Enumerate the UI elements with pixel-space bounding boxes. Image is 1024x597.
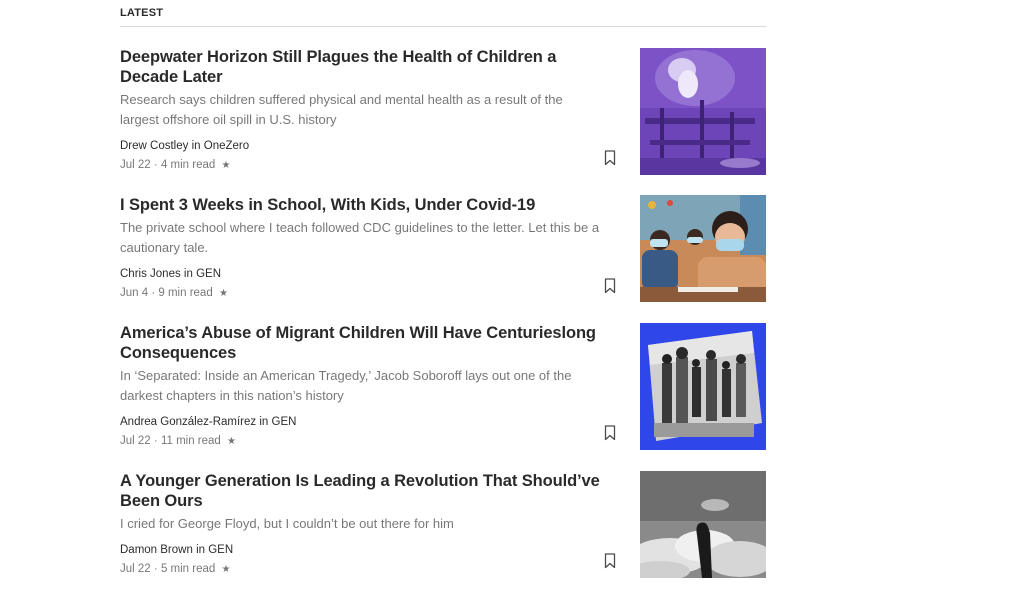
section-title: LATEST xyxy=(120,0,766,27)
author-line: Chris Jones in GEN xyxy=(120,267,602,282)
in-word: in xyxy=(259,416,269,428)
separator: · xyxy=(151,287,156,299)
article-title[interactable]: A Younger Generation Is Leading a Revolu… xyxy=(120,471,602,511)
date-line: Jul 22 · 5 min read ★ xyxy=(120,562,602,577)
separator: · xyxy=(153,159,158,171)
member-star-icon: ★ xyxy=(221,160,231,171)
date-line: Jul 22 · 11 min read ★ xyxy=(120,434,602,449)
read-time: 9 min read xyxy=(158,287,213,299)
read-time: 4 min read xyxy=(160,159,216,171)
read-time: 5 min read xyxy=(160,563,216,575)
post-date: Jul 22 xyxy=(120,435,151,447)
article-meta: Chris Jones in GEN Jun 4 · 9 min read ★ xyxy=(120,267,602,301)
article-card[interactable]: America’s Abuse of Migrant Children Will… xyxy=(120,323,766,453)
post-date: Jul 22 xyxy=(120,563,151,575)
author-link[interactable]: Andrea González-Ramírez xyxy=(120,416,256,428)
bookmark-icon[interactable] xyxy=(604,278,616,294)
oil-rig-fire-image xyxy=(640,48,766,175)
article-text: A Younger Generation Is Leading a Revolu… xyxy=(120,471,602,577)
article-meta: Damon Brown in GEN Jul 22 · 5 min read ★ xyxy=(120,543,602,577)
author-line: Damon Brown in GEN xyxy=(120,543,602,558)
article-meta: Andrea González-Ramírez in GEN Jul 22 · … xyxy=(120,415,602,449)
migrant-families-image xyxy=(640,323,766,450)
author-link[interactable]: Drew Costley xyxy=(120,140,188,152)
publication-link[interactable]: GEN xyxy=(272,416,297,428)
post-date: Jun 4 xyxy=(120,287,149,299)
article-text: Deepwater Horizon Still Plagues the Heal… xyxy=(120,47,602,173)
article-text: I Spent 3 Weeks in School, With Kids, Un… xyxy=(120,195,602,301)
article-meta: Drew Costley in OneZero Jul 22 · 4 min r… xyxy=(120,139,602,173)
publication-link[interactable]: OneZero xyxy=(204,140,249,152)
latest-feed: LATEST Deepwater Horizon Still Plagues t… xyxy=(120,0,766,578)
article-card[interactable]: A Younger Generation Is Leading a Revolu… xyxy=(120,471,766,581)
bookmark-icon[interactable] xyxy=(604,425,616,441)
read-time: 11 min read xyxy=(160,435,221,447)
article-card[interactable]: Deepwater Horizon Still Plagues the Heal… xyxy=(120,47,766,177)
article-thumbnail[interactable] xyxy=(640,471,766,578)
article-thumbnail[interactable] xyxy=(640,195,766,302)
raised-fist-image xyxy=(640,471,766,578)
article-title[interactable]: Deepwater Horizon Still Plagues the Heal… xyxy=(120,47,602,87)
masked-kids-image xyxy=(640,195,766,302)
post-date: Jul 22 xyxy=(120,159,151,171)
author-link[interactable]: Chris Jones xyxy=(120,268,181,280)
article-card[interactable]: I Spent 3 Weeks in School, With Kids, Un… xyxy=(120,195,766,305)
date-line: Jul 22 · 4 min read ★ xyxy=(120,158,602,173)
separator: · xyxy=(153,563,158,575)
article-subtitle[interactable]: I cried for George Floyd, but I couldn’t… xyxy=(120,514,602,534)
publication-link[interactable]: GEN xyxy=(208,544,233,556)
article-subtitle[interactable]: The private school where I teach followe… xyxy=(120,218,602,258)
member-star-icon: ★ xyxy=(218,288,228,299)
article-title[interactable]: America’s Abuse of Migrant Children Will… xyxy=(120,323,602,363)
in-word: in xyxy=(183,268,193,280)
in-word: in xyxy=(196,544,206,556)
member-star-icon: ★ xyxy=(221,564,231,575)
in-word: in xyxy=(191,140,201,152)
author-line: Andrea González-Ramírez in GEN xyxy=(120,415,602,430)
article-text: America’s Abuse of Migrant Children Will… xyxy=(120,323,602,449)
date-line: Jun 4 · 9 min read ★ xyxy=(120,286,602,301)
separator: · xyxy=(153,435,158,447)
bookmark-icon[interactable] xyxy=(604,150,616,166)
publication-link[interactable]: GEN xyxy=(196,268,221,280)
article-subtitle[interactable]: Research says children suffered physical… xyxy=(120,90,602,130)
member-star-icon: ★ xyxy=(227,436,236,447)
bookmark-icon[interactable] xyxy=(604,553,616,569)
article-title[interactable]: I Spent 3 Weeks in School, With Kids, Un… xyxy=(120,195,602,215)
article-thumbnail[interactable] xyxy=(640,48,766,175)
article-subtitle[interactable]: In ‘Separated: Inside an American Traged… xyxy=(120,366,602,406)
article-thumbnail[interactable] xyxy=(640,323,766,450)
author-line: Drew Costley in OneZero xyxy=(120,139,602,154)
author-link[interactable]: Damon Brown xyxy=(120,544,193,556)
